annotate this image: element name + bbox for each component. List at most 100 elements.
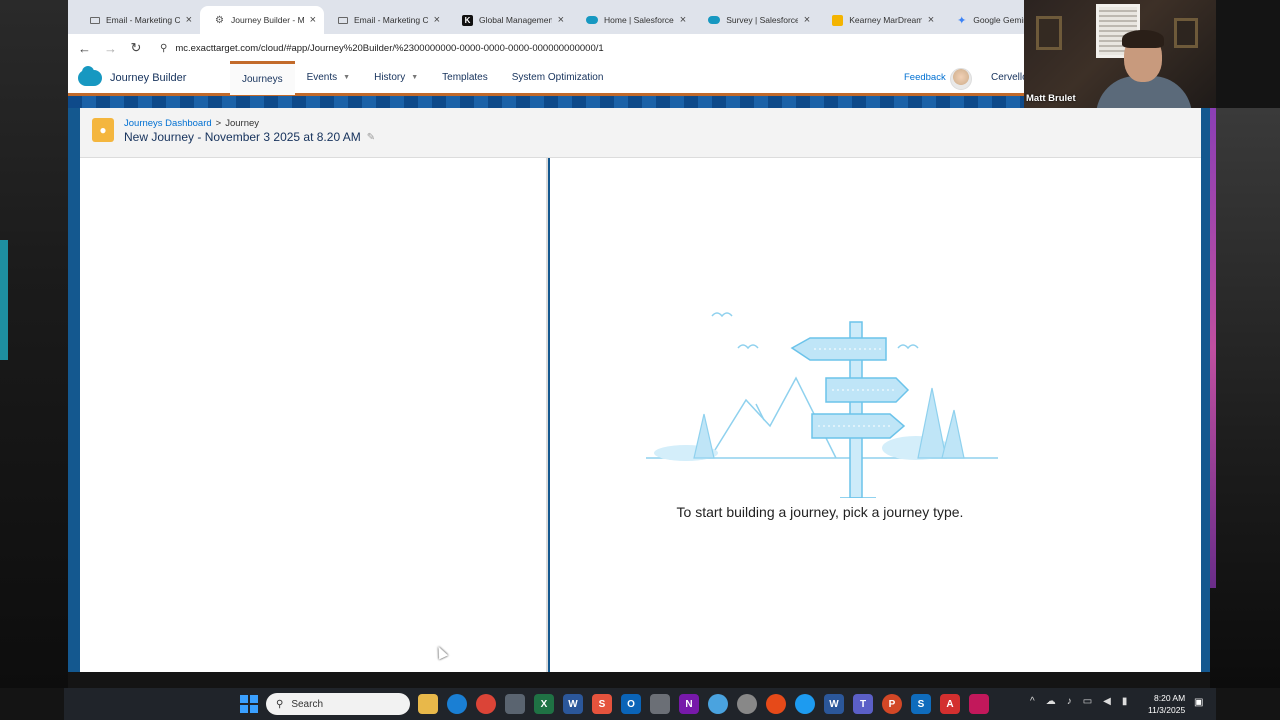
avatar[interactable] (950, 68, 972, 90)
display-icon[interactable]: ▭ (1083, 696, 1092, 707)
forward-arrow-icon[interactable]: → (104, 41, 117, 56)
browser-tab[interactable]: K Global Management × (448, 6, 572, 34)
breadcrumb: Journeys Dashboard > Journey (124, 118, 259, 129)
app-icon[interactable] (969, 694, 989, 714)
reload-icon[interactable]: ↻ (130, 40, 142, 56)
excel-icon[interactable]: X (534, 694, 554, 714)
app-icon[interactable] (708, 694, 728, 714)
participant-name: Matt Brulet (1026, 93, 1076, 104)
app-header: Journey Builder Journeys Events ▼ Histor… (68, 60, 1024, 96)
close-icon[interactable]: × (434, 14, 440, 26)
journey-canvas: To start building a journey, pick a jour… (550, 158, 1201, 672)
org-name[interactable]: Cervello (991, 72, 1024, 83)
tab-title: Journey Builder - Mar (231, 15, 304, 25)
microphone-icon[interactable]: ♪ (1067, 696, 1072, 707)
close-icon[interactable]: × (186, 14, 192, 26)
tab-title: Email - Marketing Clo (354, 15, 428, 25)
browser-tab-active[interactable]: ⚙ Journey Builder - Mar × (200, 6, 324, 34)
app-icon[interactable] (650, 694, 670, 714)
acrobat-icon[interactable]: A (940, 694, 960, 714)
chevron-up-icon[interactable]: ^ (1030, 696, 1035, 707)
mail-icon (338, 16, 348, 24)
browser-tab[interactable]: Email - Marketing Clo × (76, 6, 200, 34)
app-name: Journey Builder (110, 71, 187, 84)
gear-icon: ⚙ (215, 14, 224, 26)
nav-label: Journeys (242, 73, 283, 85)
header-pattern (68, 96, 1024, 108)
battery-icon[interactable]: ▮ (1122, 696, 1128, 707)
taskbar: ⚲ Search X W S O N W T P S A ^ ☁ ♪ ▭ ◀ ▮… (64, 688, 1216, 720)
chevron-down-icon: ▼ (411, 74, 419, 81)
app-s-icon[interactable]: S (911, 694, 931, 714)
journey-workspace: ● Journeys Dashboard > Journey New Journ… (68, 108, 1210, 672)
browser-tab[interactable]: Kearney MarDreamin × (818, 6, 942, 34)
back-arrow-icon[interactable]: ← (78, 41, 91, 56)
browser-tab[interactable]: Home | Salesforce × (572, 6, 694, 34)
clock-date: 11/3/2025 (1148, 705, 1186, 715)
file-explorer-icon[interactable] (418, 694, 438, 714)
clock[interactable]: 8:20 AM 11/3/2025 (1148, 692, 1185, 716)
webcam-feed: Matt Brulet (1024, 0, 1216, 108)
salesforce-logo-icon (78, 65, 102, 86)
notification-icon[interactable]: ▣ (1194, 697, 1203, 708)
tab-title: Email - Marketing Clo (106, 15, 180, 25)
word-icon[interactable]: W (824, 694, 844, 714)
browser-tab[interactable]: Email - Marketing Clo × (324, 6, 448, 34)
close-icon[interactable]: × (310, 14, 316, 26)
nav-tab-system-optimization[interactable]: System Optimization (500, 61, 616, 95)
volume-icon[interactable]: ◀ (1103, 696, 1111, 707)
app-icon[interactable] (766, 694, 786, 714)
nav-tab-history[interactable]: History ▼ (362, 61, 430, 95)
feedback-link[interactable]: Feedback (904, 72, 946, 83)
nav-tab-templates[interactable]: Templates (430, 61, 500, 95)
close-icon[interactable]: × (804, 14, 810, 26)
edit-pencil-icon[interactable]: ✎ (367, 132, 375, 143)
nav-label: System Optimization (511, 72, 604, 83)
search-icon: ⚲ (276, 698, 284, 710)
address-bar: ← → ↻ ⚲ mc.exacttarget.com/cloud/#app/Jo… (68, 34, 1024, 62)
mail-icon (90, 16, 100, 24)
word-icon[interactable]: W (563, 694, 583, 714)
powerpoint-icon[interactable]: P (882, 694, 902, 714)
teams-icon[interactable]: T (853, 694, 873, 714)
tab-title: Global Management (479, 15, 552, 25)
onenote-icon[interactable]: N (679, 694, 699, 714)
salesforce-cloud-icon (586, 16, 598, 24)
signpost-illustration (646, 312, 998, 498)
breadcrumb-journeys-dashboard[interactable]: Journeys Dashboard (124, 118, 212, 129)
edge-icon[interactable] (447, 694, 467, 714)
app-s-icon[interactable]: S (592, 694, 612, 714)
nav-tab-journeys[interactable]: Journeys (230, 60, 295, 95)
close-icon[interactable]: × (928, 14, 934, 26)
close-icon[interactable]: × (680, 14, 686, 26)
slides-icon (832, 14, 844, 26)
search-label: Search (291, 698, 324, 710)
journey-name: New Journey - November 3 2025 at 8.20 AM (124, 130, 361, 144)
close-icon[interactable]: × (558, 14, 564, 26)
site-settings-icon[interactable]: ⚲ (160, 43, 167, 54)
k-logo-icon: K (462, 14, 473, 26)
nav-label: Templates (442, 72, 488, 83)
nav-tab-events[interactable]: Events ▼ (295, 61, 363, 95)
system-tray: ^ ☁ ♪ ▭ ◀ ▮ (1030, 696, 1127, 707)
cloud-icon[interactable]: ☁ (1046, 696, 1056, 707)
wall-picture (1036, 16, 1062, 50)
location-pin-icon: ● (92, 118, 114, 142)
app-icon[interactable] (737, 694, 757, 714)
browser-tab[interactable]: Survey | Salesforce × (694, 6, 818, 34)
tab-strip: Email - Marketing Clo × ⚙ Journey Builde… (68, 4, 1024, 34)
url-field[interactable]: ⚲ mc.exacttarget.com/cloud/#app/Journey%… (160, 43, 604, 54)
breadcrumb-separator: > (215, 118, 222, 129)
tab-title: Google Gemini (973, 15, 1024, 25)
outlook-icon[interactable]: O (621, 694, 641, 714)
browser-tab[interactable]: ✦ Google Gemini (942, 6, 1024, 34)
salesforce-cloud-icon (708, 16, 721, 24)
chrome-icon[interactable] (476, 694, 496, 714)
store-icon[interactable] (505, 694, 525, 714)
desktop-right-edge (1210, 108, 1280, 688)
journey-header: ● Journeys Dashboard > Journey New Journ… (80, 108, 1201, 158)
windows-start-icon[interactable] (240, 695, 258, 713)
tab-title: Home | Salesforce (604, 15, 674, 25)
app-icon[interactable] (795, 694, 815, 714)
taskbar-search[interactable]: ⚲ Search (266, 693, 410, 715)
